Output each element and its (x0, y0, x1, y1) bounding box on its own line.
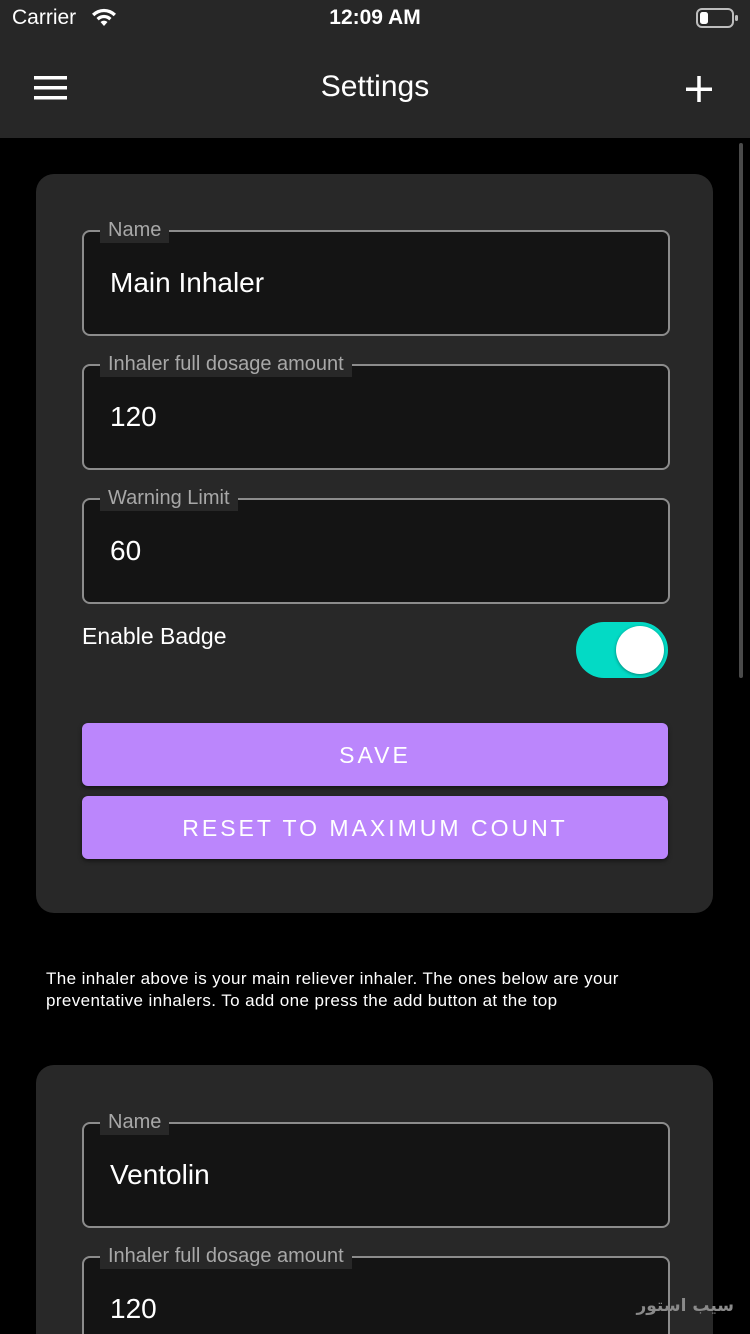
warning-limit-input[interactable] (108, 534, 652, 568)
dosage-field[interactable]: Inhaler full dosage amount (82, 1243, 670, 1334)
reset-to-maximum-count-button[interactable]: RESET TO MAXIMUM COUNT (82, 796, 668, 859)
page-title: Settings (320, 70, 430, 103)
main-inhaler-card: Name Inhaler full dosage amount Warning … (36, 174, 713, 913)
dosage-input[interactable] (108, 400, 652, 434)
enable-badge-label: Enable Badge (82, 623, 227, 649)
name-field[interactable]: Name (82, 1109, 670, 1228)
name-field-label: Name (100, 1109, 170, 1135)
settings-screen: Carrier 12:09 AM Settings Name Main Inha… (0, 0, 750, 1334)
warning-limit-field-label: Warning Limit (100, 485, 238, 511)
navigation-bar: Settings (0, 40, 750, 138)
clock-label: 12:09 AM (329, 6, 421, 29)
warning-limit-field[interactable]: Warning Limit (82, 485, 670, 604)
dosage-field-label: Inhaler full dosage amount (100, 351, 352, 377)
name-input[interactable] (108, 266, 652, 300)
scroll-indicator[interactable] (739, 143, 743, 678)
toggle-knob (616, 626, 664, 674)
name-field[interactable]: Name (82, 217, 670, 336)
info-text: The inhaler above is your main reliever … (46, 969, 619, 1010)
status-bar: Carrier 12:09 AM (0, 0, 750, 40)
dosage-input[interactable] (108, 1292, 652, 1326)
dosage-field[interactable]: Inhaler full dosage amount (82, 351, 670, 470)
watermark-logo: سیب استور (636, 1296, 734, 1316)
enable-badge-toggle[interactable] (576, 622, 668, 678)
dosage-field-label: Inhaler full dosage amount (100, 1243, 352, 1269)
preventative-inhaler-card: Name Inhaler full dosage amount (36, 1065, 713, 1334)
name-input[interactable] (108, 1158, 652, 1192)
battery-icon (696, 8, 738, 28)
plus-icon[interactable] (676, 66, 722, 112)
save-button[interactable]: SAVE (82, 723, 668, 786)
name-field-label: Name (100, 217, 170, 243)
